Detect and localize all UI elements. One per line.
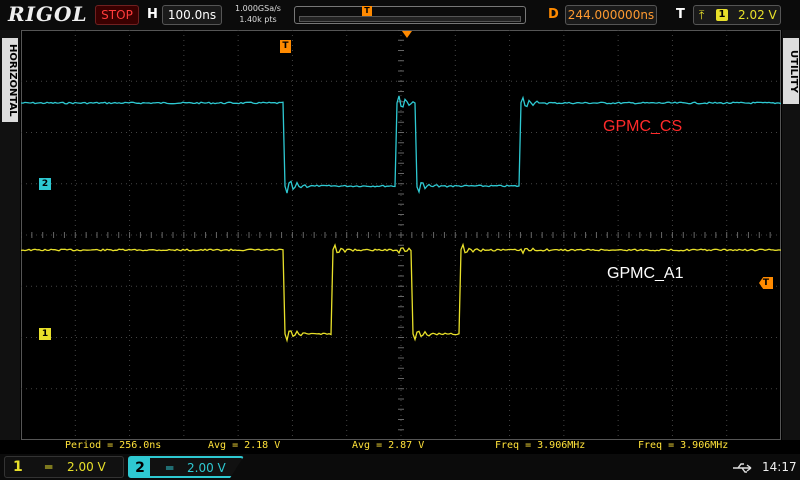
measurement-freq-2: Freq = 3.906MHz (638, 440, 729, 451)
ch1-marker-label: 1 (41, 329, 49, 339)
delay-label: D (548, 7, 559, 22)
channel-1-button[interactable]: 1 ═ 2.00 V (4, 456, 124, 478)
memory-window (299, 16, 521, 22)
right-side-panel: UTILITY (782, 30, 800, 440)
waveform-display[interactable] (21, 30, 781, 440)
brand-logo: RIGOL (8, 2, 88, 26)
delay-value: 244.000000ns (567, 8, 655, 22)
channel-2-button[interactable]: 2 ═ 2.00 V (128, 456, 244, 478)
measurement-avg-2: Avg = 2.87 V (352, 440, 425, 451)
trigger-source-badge: 1 (716, 9, 728, 21)
ch1-coupling-icon: ═ (45, 460, 53, 474)
graticule (21, 30, 781, 440)
trigger-position-marker: T (362, 6, 372, 16)
run-stop-button[interactable]: STOP (95, 5, 139, 25)
screen-center-marker (402, 31, 412, 38)
top-status-bar: RIGOL STOP H 100.0ns 1.000GSa/s 1.40k pt… (0, 0, 800, 30)
measurement-period: Period = 256.0ns (65, 440, 162, 451)
measurement-avg-1: Avg = 2.18 V (208, 440, 281, 451)
left-side-panel: HORIZONTAL (0, 30, 20, 440)
acquisition-info: 1.000GSa/s 1.40k pts (228, 3, 288, 25)
gpmc-a1-label: GPMC_A1 (607, 265, 684, 282)
trigger-time-label: T (282, 41, 289, 51)
ch2-number: 2 (130, 458, 150, 476)
clock: 14:17 (762, 460, 797, 474)
ch2-coupling-icon: ═ (166, 461, 174, 475)
timebase-value: 100.0ns (167, 8, 217, 22)
measurement-freq-1: Freq = 3.906MHz (495, 440, 586, 451)
timebase-display[interactable]: 100.0ns (162, 5, 222, 25)
channel-2-offset-marker[interactable]: 2 (39, 178, 51, 190)
ch2-scale: 2.00 V (187, 461, 226, 475)
trigger-level-label: T (762, 278, 770, 288)
rising-edge-icon: ⤒ (699, 8, 705, 22)
gpmc-cs-label: GPMC_CS (603, 118, 683, 135)
trigger-level: 2.02 V (738, 8, 777, 22)
memory-position-bar[interactable]: T (294, 6, 526, 24)
usb-icon (732, 460, 754, 474)
channel-1-offset-marker[interactable]: 1 (39, 328, 51, 340)
trigger-time-marker[interactable]: T (280, 40, 291, 53)
memory-depth: 1.40k pts (239, 15, 277, 24)
ch1-scale: 2.00 V (67, 460, 106, 474)
bottom-channel-bar: 1 ═ 2.00 V 2 ═ 2.00 V 14:17 (0, 454, 800, 480)
timebase-label: H (147, 7, 158, 22)
sample-rate: 1.000GSa/s (235, 4, 281, 13)
utility-menu-tab[interactable]: UTILITY (783, 38, 799, 104)
trigger-display[interactable]: ⤒ 1 2.02 V (693, 5, 781, 25)
trigger-label: T (676, 7, 685, 22)
horizontal-menu-tab[interactable]: HORIZONTAL (2, 38, 18, 122)
ch1-number: 1 (13, 459, 23, 475)
ch2-marker-label: 2 (41, 179, 49, 189)
delay-display[interactable]: 244.000000ns (565, 5, 657, 25)
run-state-label: STOP (101, 8, 133, 22)
